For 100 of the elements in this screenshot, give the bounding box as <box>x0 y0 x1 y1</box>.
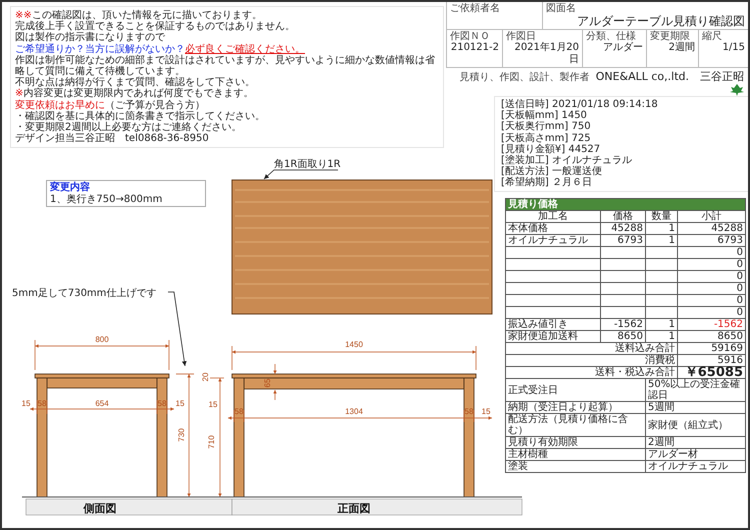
table-cell: 6793 <box>678 234 746 246</box>
dimension-label: 800 <box>95 335 109 344</box>
table-title: 見積り価格 <box>506 198 746 210</box>
dimension-label: 710 <box>207 435 216 449</box>
dimension-label: 15 <box>176 399 184 408</box>
leaf-logo-icon <box>730 84 744 96</box>
note-line: 作図は制作可能なための細部まで設計はされていますが、見やすいように細かな数値情報は省略して質問に備えて待機しています。 <box>15 54 436 78</box>
drawing-title: アルダーテーブル見積り確認図 <box>576 14 745 28</box>
dimension-label: 58 <box>38 399 46 408</box>
note-line: 完成後上手く設置できることを保証するものではありません。 <box>15 21 296 32</box>
table-cell: アルダー材 <box>646 448 746 460</box>
order-info-line: [天板幅mm] 1450 <box>501 110 588 122</box>
table-cell: オイルナチュラル <box>506 234 600 246</box>
table-cell: 主材樹種 <box>506 448 646 460</box>
table-cell <box>646 270 678 282</box>
field-label: 縮尺 <box>702 31 723 42</box>
table-cell <box>646 294 678 306</box>
change-item: 1、奥行き750→800mm <box>50 194 164 205</box>
table-cell <box>600 270 646 282</box>
table-cell: -1562 <box>600 318 646 330</box>
dimension-label: 1450 <box>345 340 363 349</box>
table-cell: 45288 <box>678 222 746 234</box>
table-cell: 59169 <box>678 342 746 354</box>
table-cell: 1 <box>646 222 678 234</box>
table-cell: 正式受注日 <box>506 378 646 402</box>
field-label: 作図日 <box>506 31 537 42</box>
table-cell: 0 <box>678 270 746 282</box>
column-header: 価格 <box>600 210 646 222</box>
table-cell: 0 <box>678 306 746 318</box>
table-cell <box>646 246 678 258</box>
field-value: アルダー <box>602 42 643 54</box>
table-cell: 家財便（組立式） <box>646 414 746 436</box>
order-info-line: [天板高さmm] 725 <box>501 132 592 144</box>
change-title: 変更内容 <box>50 182 91 194</box>
table-cell <box>646 306 678 318</box>
dimension-label: 65 <box>263 378 272 388</box>
table-cell: 見積り有効期限 <box>506 436 646 448</box>
field-value: 2週間 <box>668 42 695 54</box>
table-cell: 塗装 <box>506 460 646 472</box>
table-cell: ￥65085 <box>678 366 746 378</box>
company-name: ONE&ALL co,.ltd. 三谷正昭 <box>596 69 744 84</box>
table-cell: 1 <box>646 234 678 246</box>
dimension-label: 58 <box>464 407 474 416</box>
order-info-line: [配送方法] 一般運送便 <box>501 166 603 178</box>
table-cell: 送料込み合計 <box>506 342 678 354</box>
dimension-label: 15 <box>22 399 30 408</box>
maker-label: 見積り、作図、設計、製作者 <box>460 70 590 84</box>
table-cell: 8650 <box>678 330 746 342</box>
view-caption: 側面図 <box>84 502 116 515</box>
field-label: 作図ＮＯ <box>450 31 491 42</box>
table-cell: 配送方法（見積り価格に含む） <box>506 414 646 436</box>
note-line: 不明な点は納得が行くまで質問、確認をして下さい。 <box>15 77 256 88</box>
table-cell: 1 <box>646 330 678 342</box>
order-info-line: [希望納期] ２月６日 <box>501 177 593 189</box>
field-label: 分類、仕様 <box>586 31 637 42</box>
table-cell <box>646 258 678 270</box>
table-cell: 送料・税込み合計 <box>506 366 678 378</box>
dimension-label: 20 <box>201 372 210 382</box>
table-cell: 2週間 <box>646 436 746 448</box>
table-cell: 50%以上の受注金確認日 <box>646 378 746 402</box>
order-info-line: [天板奥行mm] 750 <box>501 121 592 132</box>
table-cell: 本体価格 <box>506 222 600 234</box>
field-value: 1/15 <box>722 42 745 54</box>
height-note-text: 5mm足して730mm仕上げです <box>12 288 156 299</box>
field-label: 図面名 <box>546 3 577 14</box>
note-line: ※※この確認図は、頂いた情報を元に描いております。 <box>15 10 263 21</box>
column-header: 加工名 <box>506 210 600 222</box>
field-label: ご依頼者名 <box>450 3 501 14</box>
table-cell <box>600 258 646 270</box>
field-value: 210121-2 <box>450 42 499 54</box>
table-cell: 0 <box>678 294 746 306</box>
table-cell <box>600 306 646 318</box>
table-cell: 1 <box>646 318 678 330</box>
dimension-label: 58 <box>158 399 166 408</box>
dimension-label: 654 <box>95 399 109 408</box>
field-value: 2021年1月20日 <box>513 42 579 66</box>
table-cell: 0 <box>678 282 746 294</box>
table-cell: 6793 <box>600 234 646 246</box>
order-info-line: [見積り金額¥] 44527 <box>501 144 602 155</box>
note-line: デザイン担当三谷正昭 tel0868-36-8950 <box>15 133 210 144</box>
view-caption: 正面図 <box>338 502 370 515</box>
table-cell: 振込み値引き <box>506 318 600 330</box>
table-cell: 5週間 <box>646 402 746 414</box>
order-info-line: [送信日時] 2021/01/18 09:14:18 <box>501 99 659 110</box>
table-cell <box>600 246 646 258</box>
table-cell: 消費税 <box>506 354 678 366</box>
note-line: ・変更期限2週間以上必要な方はご連絡ください。 <box>15 122 242 134</box>
dimension-label: 1304 <box>345 407 363 416</box>
order-info-line: [塗装加工] オイルナチュラル <box>501 155 633 166</box>
table-cell: 0 <box>678 258 746 270</box>
note-line: ※内容変更は変更期限内であれば何度でもできます。 <box>15 88 254 100</box>
note-line: 変更依頼はお早めに（ご予算が見合う方） <box>15 100 206 111</box>
table-cell <box>600 294 646 306</box>
table-cell: 家財便追加送料 <box>506 330 600 342</box>
column-header: 数量 <box>646 210 678 222</box>
table-cell: 8650 <box>600 330 646 342</box>
table-cell: 納期（受注日より起算） <box>506 402 646 414</box>
table-cell: -1562 <box>678 318 746 330</box>
table-cell <box>600 282 646 294</box>
field-label: 変更期限 <box>650 31 691 42</box>
